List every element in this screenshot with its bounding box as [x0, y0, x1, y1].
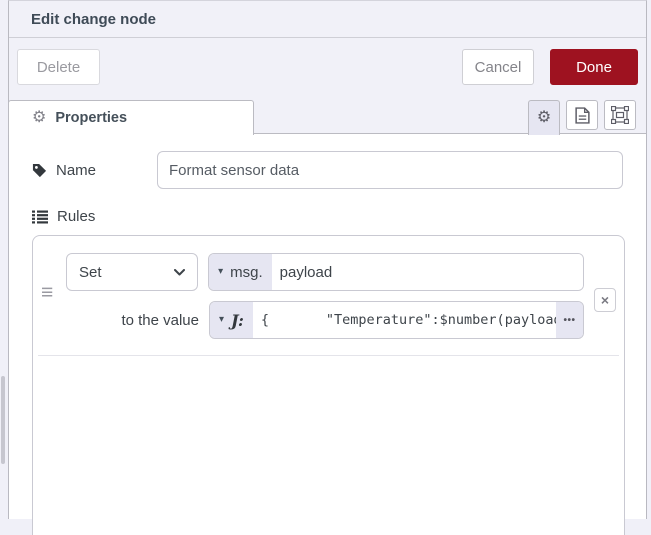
- rule-row: ≡ Set ▾ msg.: [33, 236, 624, 355]
- rule-value-field: ▾ J: { "Temperature":$number(payload) ••…: [209, 301, 584, 339]
- properties-toggle-button[interactable]: ⚙: [528, 100, 560, 135]
- editor-tab-bar: ⚙ Properties ⚙: [9, 96, 646, 134]
- rule-value-line: to the value ▾ J: { "Temperature":$numbe…: [66, 301, 584, 339]
- description-button[interactable]: [566, 100, 598, 130]
- done-button[interactable]: Done: [550, 49, 638, 85]
- property-input[interactable]: [272, 254, 583, 290]
- value-expression-input[interactable]: { "Temperature":$number(payload): [253, 302, 556, 338]
- property-type-label: msg.: [230, 264, 263, 281]
- property-type-button[interactable]: ▾ msg.: [209, 254, 272, 290]
- document-icon: [575, 107, 590, 124]
- rule-property-field: ▾ msg.: [208, 253, 584, 291]
- remove-rule-button[interactable]: ×: [594, 288, 616, 312]
- cancel-button[interactable]: Cancel: [462, 49, 534, 85]
- name-row: Name: [32, 151, 646, 189]
- name-input[interactable]: [157, 151, 623, 189]
- appearance-button[interactable]: [604, 100, 636, 130]
- gear-icon: ⚙: [32, 110, 46, 126]
- chevron-down-icon: [174, 269, 185, 276]
- gear-icon: ⚙: [537, 110, 551, 126]
- tab-toolbar: ⚙: [528, 100, 636, 135]
- dialog-toolbar: Delete Cancel Done: [9, 38, 646, 96]
- rule-action-value: Set: [79, 264, 102, 281]
- name-label-group: Name: [32, 162, 157, 179]
- drag-handle-icon[interactable]: ≡: [41, 282, 53, 303]
- caret-down-icon: ▾: [218, 267, 223, 277]
- dialog-title-bar: Edit change node: [9, 1, 646, 38]
- properties-panel: Name Rules ≡: [9, 135, 646, 519]
- caret-down-icon: ▾: [219, 315, 224, 325]
- appearance-icon: [611, 106, 629, 124]
- value-type-button[interactable]: ▾ J:: [210, 302, 253, 338]
- rules-section-header: Rules: [32, 208, 646, 225]
- tab-properties[interactable]: ⚙ Properties: [8, 100, 254, 135]
- rules-label: Rules: [57, 208, 95, 225]
- rule-divider: [38, 355, 619, 356]
- rules-list: ≡ Set ▾ msg.: [32, 235, 625, 535]
- expand-editor-button[interactable]: •••: [556, 302, 583, 338]
- dialog-title: Edit change node: [31, 11, 156, 28]
- edit-node-dialog: Edit change node Delete Cancel Done ⚙ Pr…: [8, 0, 647, 519]
- tag-icon: [32, 163, 47, 178]
- tab-properties-label: Properties: [55, 110, 127, 126]
- rule-action-line: Set ▾ msg.: [66, 253, 584, 291]
- name-label: Name: [56, 162, 96, 179]
- rule-action-select[interactable]: Set: [66, 253, 198, 291]
- delete-button[interactable]: Delete: [17, 49, 100, 85]
- page-scrollbar-thumb[interactable]: [1, 376, 5, 464]
- to-the-value-label: to the value: [66, 312, 199, 329]
- jsonata-icon: J:: [231, 311, 244, 330]
- list-icon: [32, 210, 48, 224]
